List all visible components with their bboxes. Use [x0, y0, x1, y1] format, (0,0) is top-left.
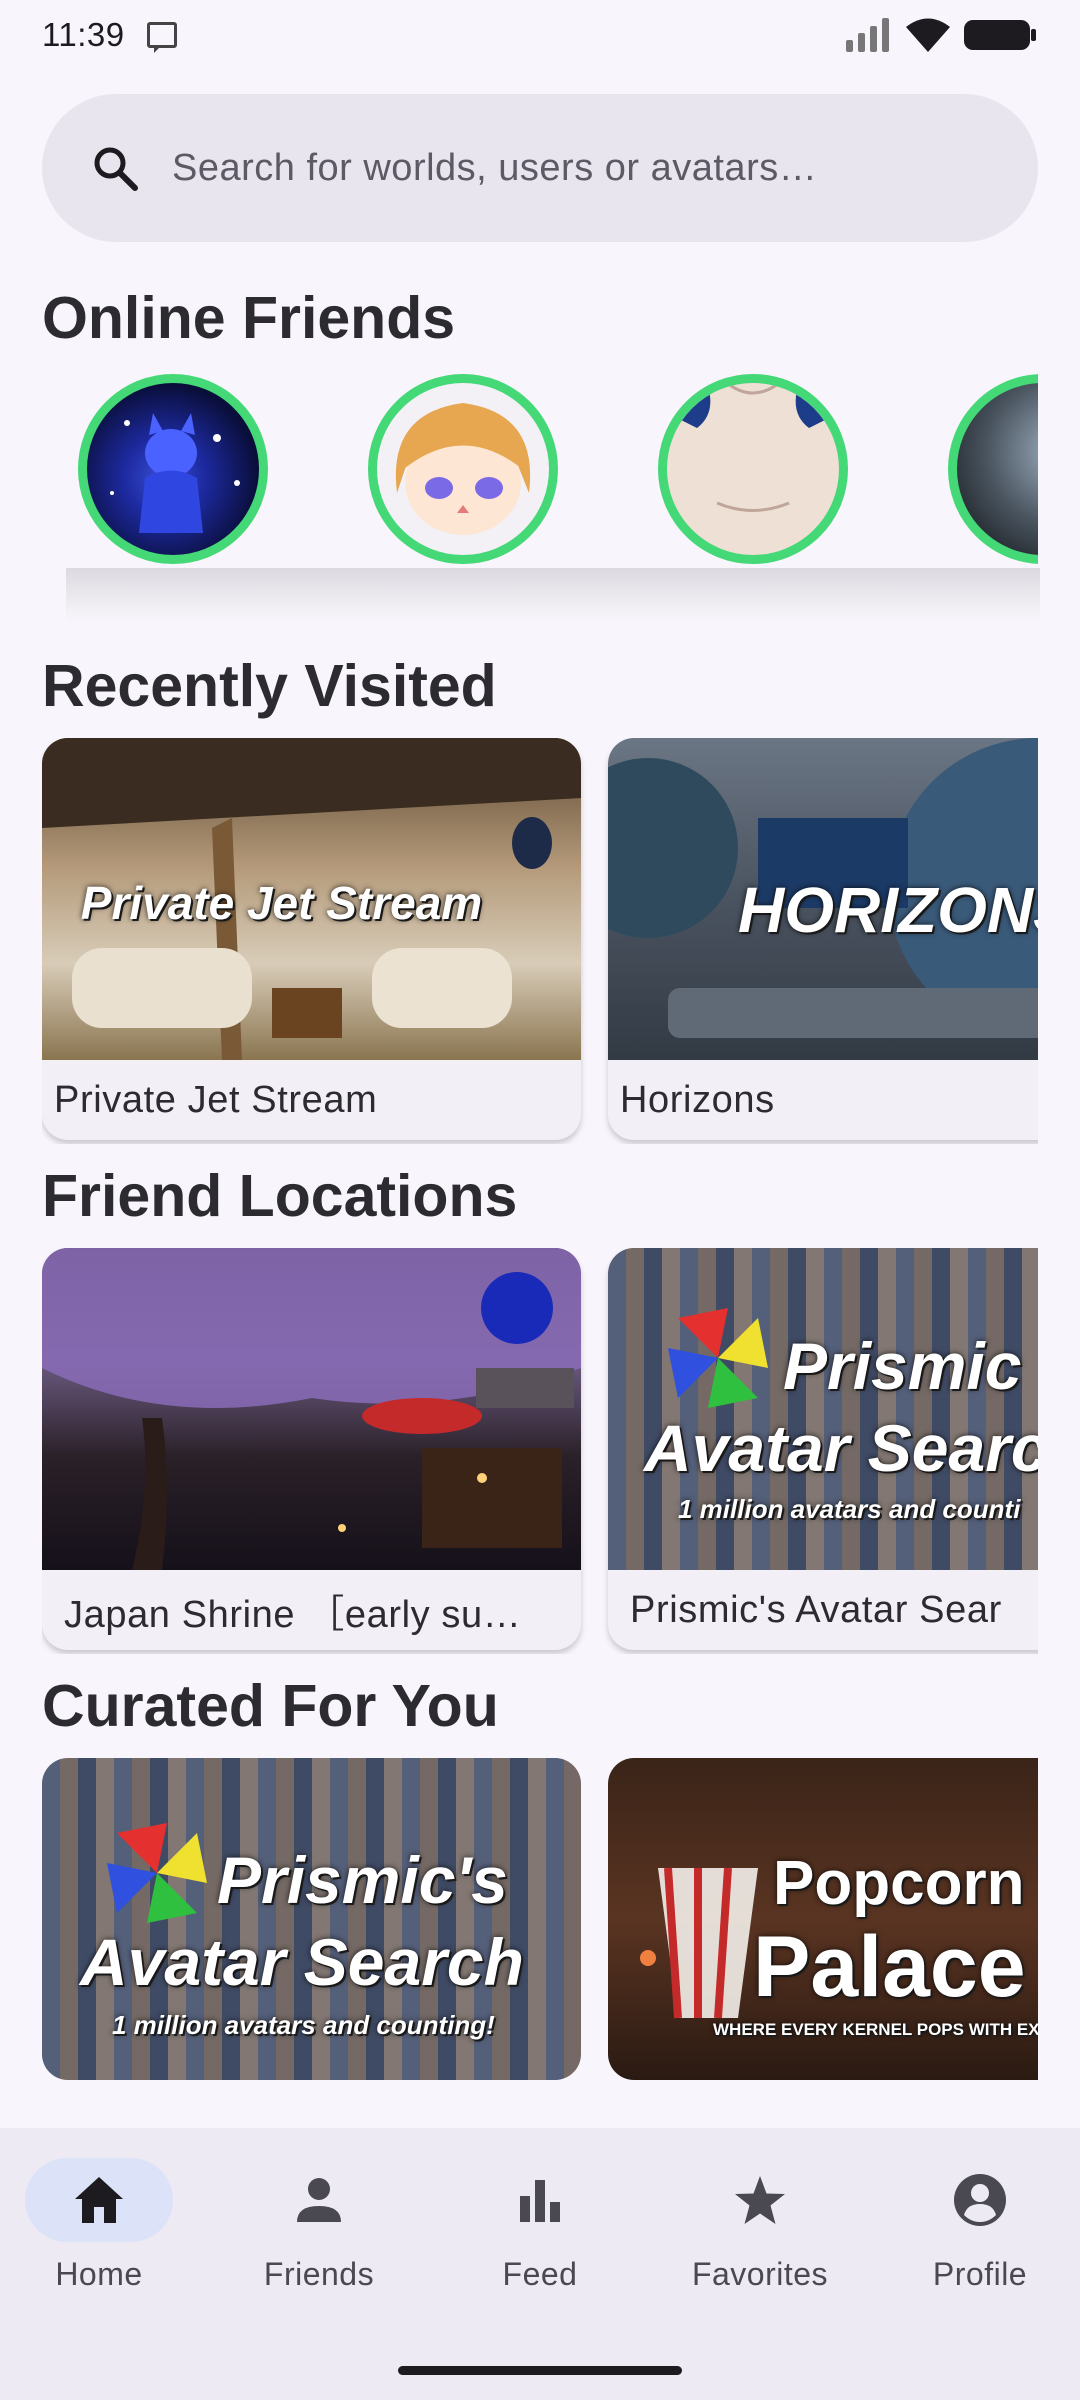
- online-friends-heading: Online Friends: [42, 285, 456, 351]
- search-bar[interactable]: Search for worlds, users or avatars…: [42, 94, 1038, 242]
- signal-icon: [846, 18, 889, 52]
- world-card-title: Horizons: [620, 1078, 775, 1121]
- search-input[interactable]: Search for worlds, users or avatars…: [172, 147, 817, 190]
- world-card[interactable]: Popcorn Palace WHERE EVERY KERNEL POPS W…: [608, 1758, 1038, 2080]
- world-card[interactable]: HORIZONS Horizons: [608, 738, 1038, 1140]
- nfc-icon: [146, 22, 177, 53]
- thumbnail-subtitle: Avatar Searc: [644, 1411, 1038, 1485]
- nav-profile-label: Profile: [932, 2256, 1028, 2292]
- wifi-icon: [906, 18, 950, 52]
- person-icon: [297, 2178, 341, 2222]
- world-card[interactable]: Private Jet Stream Private Jet Stream: [42, 738, 581, 1140]
- star-icon: [735, 2176, 785, 2224]
- world-thumbnail: HORIZONS: [608, 738, 1038, 1060]
- account-circle-icon: [954, 2174, 1006, 2226]
- curated-list: Prismic's Avatar Search 1 million avatar…: [42, 1758, 1038, 2080]
- thumbnail-subtitle: Palace: [753, 1919, 1026, 2015]
- world-card-title: Japan Shrine ［early su…: [64, 1593, 522, 1636]
- thumbnail-subtitle: Avatar Search: [80, 1925, 524, 1999]
- nav-profile[interactable]: Profile: [872, 2158, 1080, 2308]
- home-icon: [75, 2177, 123, 2223]
- status-bar: 11:39: [0, 0, 1080, 70]
- online-friends-list: [42, 370, 1038, 570]
- nav-favorites[interactable]: Favorites: [652, 2158, 868, 2308]
- world-card-title: Prismic's Avatar Sear: [630, 1588, 1002, 1631]
- thumbnail-caption: 1 million avatars and counting!: [112, 2010, 495, 2040]
- bar-chart-icon: [520, 2180, 560, 2222]
- world-card-title: Private Jet Stream: [54, 1078, 378, 1121]
- friend-locations-list: Japan Shrine ［early su… Prismic Avatar S…: [42, 1248, 1038, 1654]
- nav-home[interactable]: Home: [0, 2158, 207, 2308]
- status-time: 11:39: [42, 16, 125, 53]
- nav-friends-label: Friends: [263, 2256, 375, 2292]
- curated-heading: Curated For You: [42, 1673, 499, 1739]
- recently-visited-heading: Recently Visited: [42, 653, 497, 719]
- bottom-navigation: Home Friends Feed Favorites Profile: [0, 2128, 1080, 2400]
- friend-avatar[interactable]: [948, 374, 1038, 564]
- search-icon: [94, 147, 138, 191]
- world-thumbnail: Popcorn Palace WHERE EVERY KERNEL POPS W…: [608, 1758, 1038, 2080]
- nav-favorites-label: Favorites: [691, 2256, 829, 2292]
- nav-home-label: Home: [55, 2256, 143, 2292]
- friend-avatar[interactable]: [368, 374, 558, 564]
- thumbnail-caption: 1 million avatars and counti: [678, 1494, 1021, 1524]
- recently-visited-list: Private Jet Stream Private Jet Stream HO…: [42, 738, 1038, 1144]
- friend-avatar[interactable]: [78, 374, 268, 564]
- world-card[interactable]: Japan Shrine ［early su…: [42, 1248, 581, 1650]
- thumbnail-title: Private Jet Stream: [80, 877, 483, 929]
- world-card[interactable]: Prismic's Avatar Search 1 million avatar…: [42, 1758, 581, 2080]
- thumbnail-title: HORIZONS: [738, 874, 1038, 946]
- gesture-bar[interactable]: [398, 2366, 682, 2375]
- nav-feed-label: Feed: [502, 2256, 578, 2292]
- nav-friends[interactable]: Friends: [211, 2158, 427, 2308]
- nav-feed[interactable]: Feed: [432, 2158, 648, 2308]
- nav-home-indicator: [25, 2158, 173, 2242]
- world-thumbnail: [42, 1248, 581, 1570]
- thumbnail-caption: WHERE EVERY KERNEL POPS WITH EXCITEMENT: [713, 2020, 1038, 2039]
- battery-icon: [964, 20, 1036, 50]
- world-thumbnail: Prismic Avatar Searc 1 million avatars a…: [608, 1248, 1038, 1570]
- world-thumbnail: Private Jet Stream: [42, 738, 581, 1060]
- thumbnail-title: Prismic: [783, 1329, 1022, 1403]
- friends-list-shadow: [66, 568, 1040, 622]
- friend-locations-heading: Friend Locations: [42, 1163, 518, 1229]
- thumbnail-title: Popcorn: [773, 1849, 1025, 1918]
- thumbnail-title: Prismic's: [217, 1843, 508, 1917]
- world-card[interactable]: Prismic Avatar Searc 1 million avatars a…: [608, 1248, 1038, 1650]
- world-thumbnail: Prismic's Avatar Search 1 million avatar…: [42, 1758, 581, 2080]
- friend-avatar[interactable]: [658, 374, 848, 564]
